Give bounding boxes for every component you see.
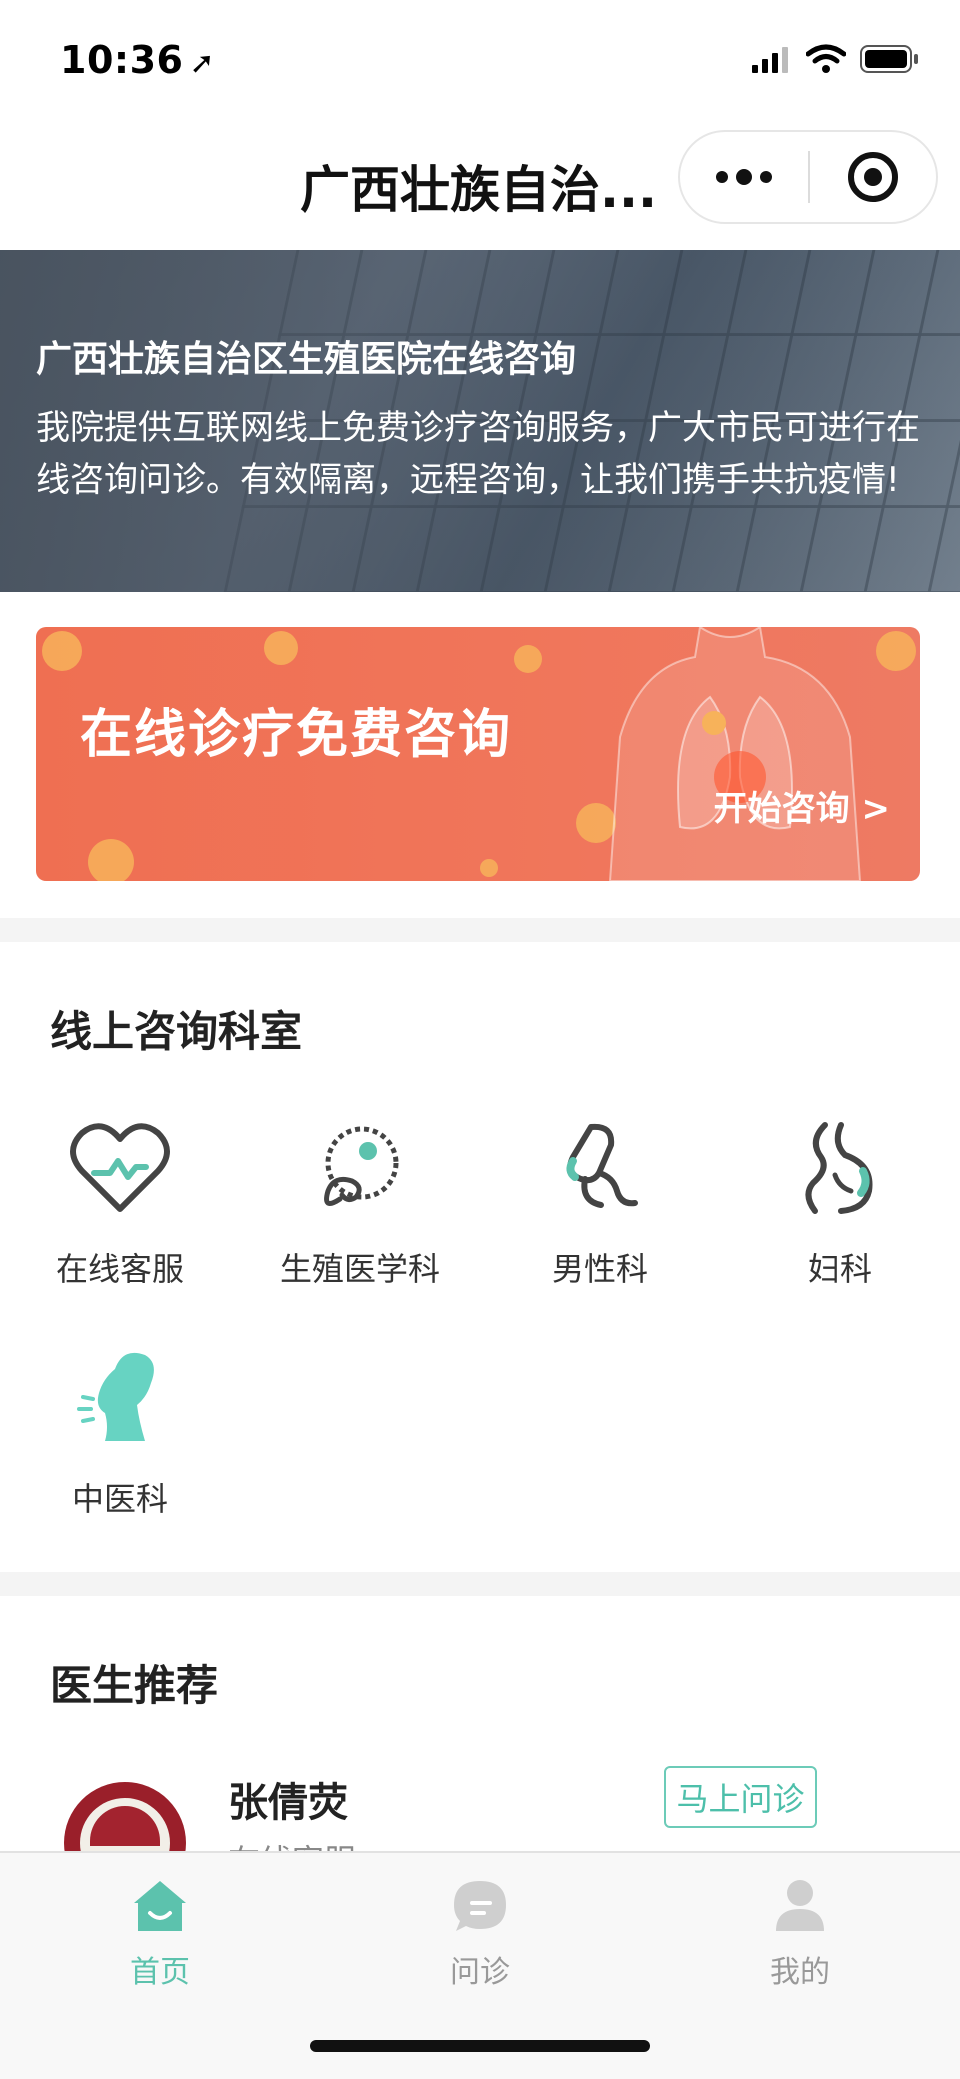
virus-decoration [42, 631, 82, 671]
signal-icon [752, 47, 788, 73]
battery-icon [860, 45, 918, 73]
close-button[interactable] [810, 132, 936, 222]
heart-icon [65, 1114, 175, 1224]
virus-decoration [514, 645, 542, 673]
tab-consult[interactable]: 问诊 [380, 1875, 580, 1991]
consult-now-button[interactable]: 马上问诊 [664, 1766, 817, 1828]
departments-section-title: 线上咨询科室 [50, 1007, 303, 1056]
tab-label: 我的 [770, 1955, 830, 1990]
department-label: 生殖医学科 [279, 1250, 440, 1288]
more-button[interactable] [680, 132, 808, 222]
chat-icon [454, 1881, 506, 1931]
section-separator [0, 918, 960, 942]
department-label: 男性科 [551, 1250, 648, 1288]
more-dots-icon [716, 169, 772, 185]
gynecology-icon [785, 1114, 895, 1224]
target-close-icon [847, 152, 898, 202]
hero-banner: 广西壮族自治区生殖医院在线咨询 我院提供互联网线上免费诊疗咨询服务，广大市民可进… [0, 250, 960, 592]
status-time-text: 10:36 [60, 38, 184, 82]
virus-decoration [876, 631, 916, 671]
department-label: 在线客服 [55, 1250, 184, 1288]
tab-home[interactable]: 首页 [60, 1875, 260, 1991]
department-reproductive[interactable]: 生殖医学科 [240, 1114, 480, 1290]
department-online-service[interactable]: 在线客服 [0, 1114, 240, 1290]
virus-decoration [88, 839, 134, 881]
promo-title: 在线诊疗免费咨询 [80, 705, 513, 765]
hero-title: 广西壮族自治区生殖医院在线咨询 [36, 339, 577, 380]
tab-profile[interactable]: 我的 [700, 1875, 900, 1991]
wifi-icon [806, 44, 846, 73]
location-arrow-icon: ➚ [189, 46, 216, 81]
start-consult-link[interactable]: 开始咨询 > [714, 781, 890, 830]
lungs-illustration-icon [608, 627, 862, 881]
department-label: 中医科 [71, 1480, 168, 1518]
status-icons [752, 44, 920, 74]
doctor-name: 张倩荧 [228, 1780, 348, 1826]
hero-description: 我院提供互联网线上免费诊疗咨询服务，广大市民可进行在线咨询问诊。有效隔离，远程咨… [36, 408, 920, 500]
department-andrology[interactable]: 男性科 [480, 1114, 720, 1290]
department-tcm[interactable]: 中医科 [0, 1344, 240, 1520]
home-icon [134, 1881, 186, 1931]
section-separator [0, 1572, 960, 1596]
virus-decoration [480, 859, 498, 877]
doctors-section-title: 医生推荐 [50, 1661, 219, 1710]
promo-banner[interactable]: 在线诊疗免费咨询 开始咨询 > [36, 627, 920, 881]
tab-label: 首页 [130, 1955, 190, 1990]
status-time: 10:36 ➚ [60, 38, 215, 82]
virus-decoration [264, 631, 298, 665]
male-icon [545, 1114, 655, 1224]
department-gynecology[interactable]: 妇科 [720, 1114, 960, 1290]
tcm-icon [65, 1344, 175, 1454]
home-indicator [310, 2040, 650, 2052]
user-icon [776, 1880, 824, 1931]
mini-program-capsule [678, 130, 938, 224]
reproductive-icon [305, 1114, 415, 1224]
nav-bar: 广西壮族自治... [0, 120, 960, 250]
tab-label: 问诊 [450, 1955, 510, 1990]
department-label: 妇科 [807, 1250, 872, 1288]
page-title: 广西壮族自治... [300, 161, 657, 219]
status-bar: 10:36 ➚ [0, 0, 960, 120]
